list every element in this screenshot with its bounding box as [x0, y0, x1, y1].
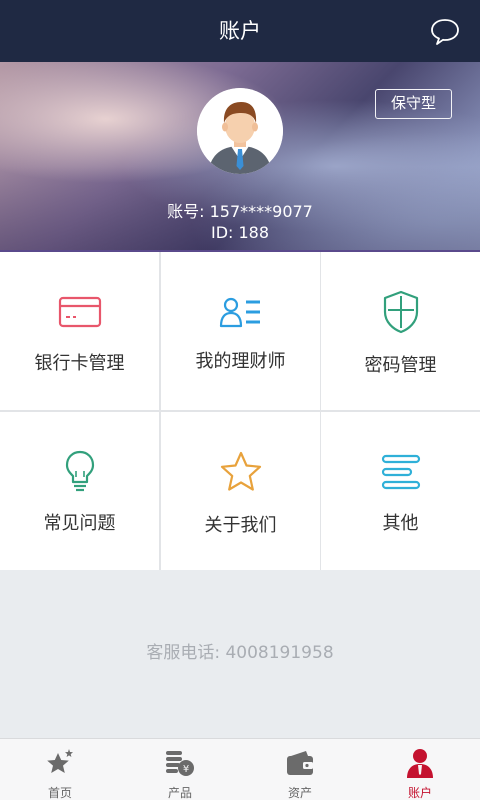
menu-item-faq[interactable]: 常见问题	[0, 412, 159, 570]
menu-item-label: 银行卡管理	[34, 353, 125, 374]
menu-item-bank-card[interactable]: 银行卡管理	[0, 252, 159, 410]
menu-item-label: 关于我们	[204, 515, 277, 536]
advisor-icon	[219, 297, 260, 328]
chat-bubble-icon[interactable]	[430, 18, 460, 46]
menu-item-other[interactable]: 其他	[321, 412, 480, 570]
bank-card-icon	[58, 296, 101, 328]
tab-label: 产品	[167, 786, 192, 800]
profile-header: 保守型 账号: 157****9077 ID: 188	[0, 62, 480, 252]
wallet-icon	[287, 751, 313, 775]
menu-item-my-advisor[interactable]: 我的理财师	[161, 252, 320, 410]
menu-item-label: 密码管理	[364, 355, 437, 376]
menu-item-label: 其他	[382, 513, 419, 534]
svg-text:¥: ¥	[183, 764, 189, 775]
bottom-tab-bar: 首页 ¥ 产品 资产 账户	[0, 738, 480, 800]
customer-service-hotline[interactable]: 客服电话: 4008191958	[0, 638, 480, 663]
risk-level-badge[interactable]: 保守型	[375, 89, 452, 119]
home-star-icon	[47, 749, 73, 773]
menu-item-about-us[interactable]: 关于我们	[161, 412, 320, 570]
menu-item-label: 我的理财师	[195, 351, 286, 372]
account-number: 账号: 157****9077	[167, 202, 313, 221]
lightbulb-icon	[65, 450, 94, 492]
tab-home[interactable]: 首页	[0, 739, 120, 800]
account-menu-grid: 银行卡管理 我的理财师 密码管理 常见问题 关于我们 其他	[0, 252, 480, 570]
tab-label: 首页	[47, 786, 72, 800]
user-avatar-icon[interactable]	[197, 88, 283, 174]
menu-item-password[interactable]: 密码管理	[321, 252, 480, 410]
list-icon	[381, 454, 420, 490]
menu-item-label: 常见问题	[43, 513, 116, 534]
tab-label: 资产	[287, 786, 312, 800]
user-id: ID: 188	[210, 223, 270, 242]
shield-icon	[383, 290, 418, 334]
page-title: 账户	[219, 19, 261, 43]
account-person-icon	[407, 749, 433, 778]
tab-products[interactable]: ¥ 产品	[120, 739, 240, 800]
top-nav-bar: 账户	[0, 0, 480, 62]
star-icon	[220, 451, 261, 491]
tab-label: 账户	[407, 786, 432, 800]
coins-icon: ¥	[166, 751, 194, 776]
tab-account[interactable]: 账户	[360, 739, 480, 800]
tab-assets[interactable]: 资产	[240, 739, 360, 800]
